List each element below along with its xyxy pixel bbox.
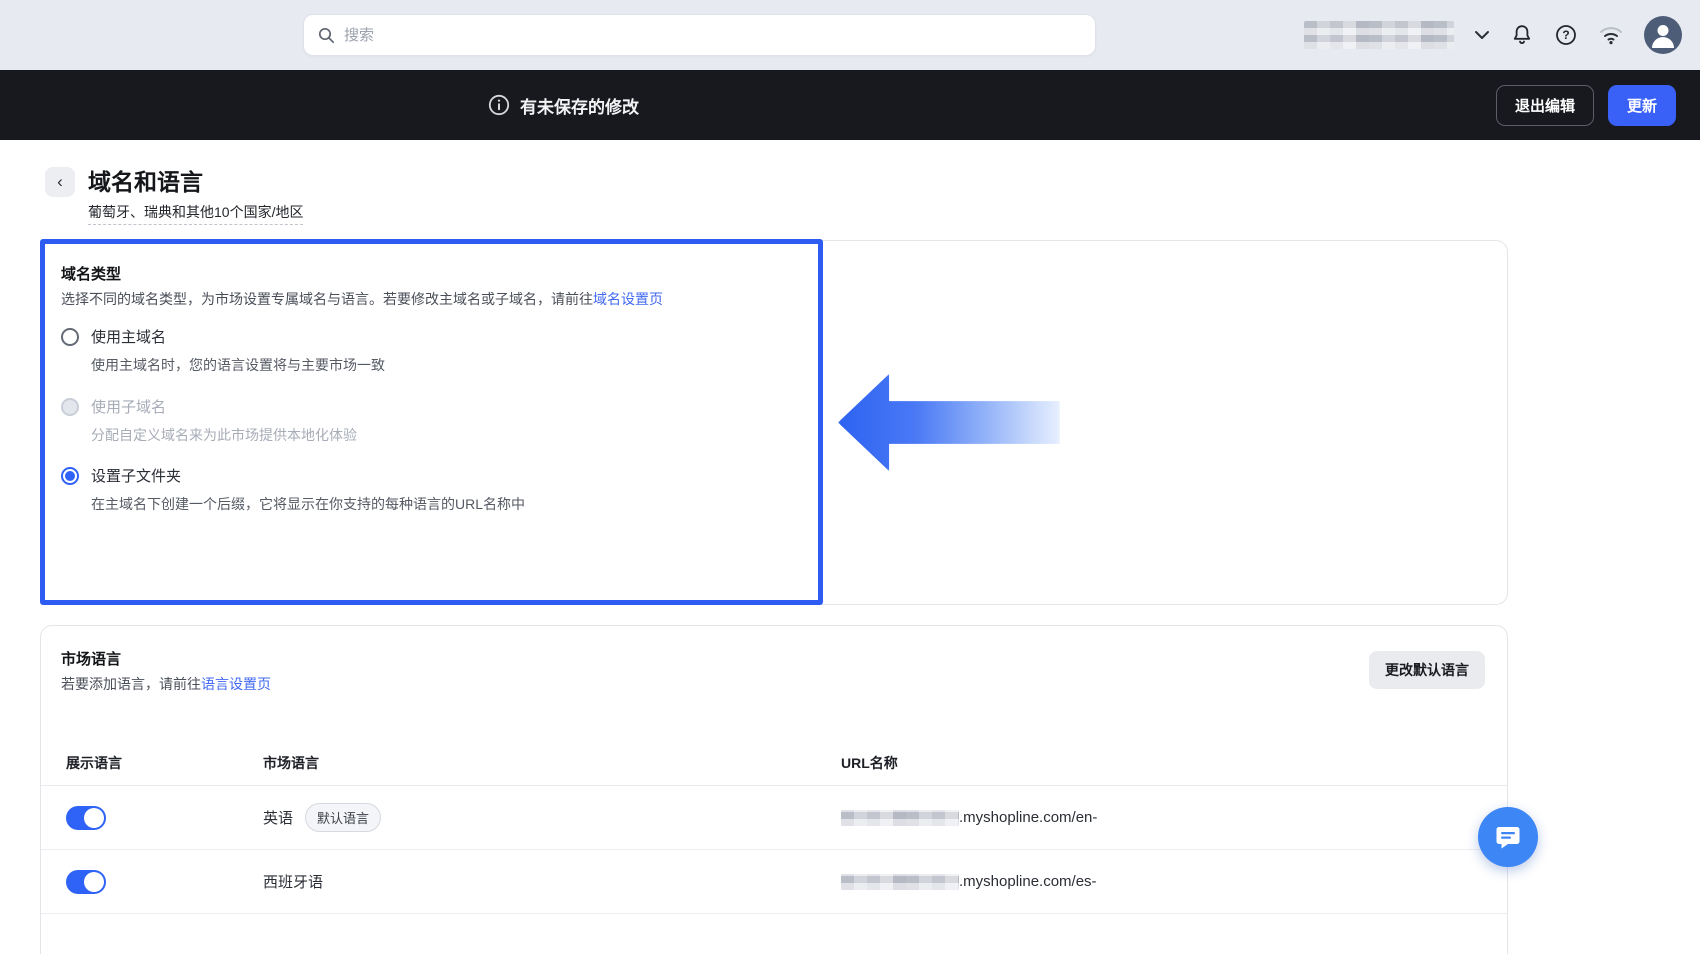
option-set-subfolder: 设置子文件夹 在主域名下创建一个后缀，它将显示在你支持的每种语言的URL名称中 [61, 465, 525, 514]
page-subtitle[interactable]: 葡萄牙、瑞典和其他10个国家/地区 [88, 202, 304, 225]
store-name-redacted [1304, 21, 1454, 49]
page-title: 域名和语言 [88, 169, 203, 195]
header-display-language: 展示语言 [66, 755, 122, 771]
change-default-language-button[interactable]: 更改默认语言 [1369, 651, 1485, 689]
back-button[interactable]: ‹ [45, 167, 75, 197]
url-suffix-text: .myshopline.com/en- [959, 809, 1098, 826]
toggle-spanish[interactable] [66, 869, 106, 894]
radio-icon-selected[interactable] [61, 466, 79, 485]
language-name: 英语 [263, 810, 294, 827]
chat-bubble-icon [1494, 823, 1522, 851]
search-input[interactable] [344, 26, 1081, 44]
notifications-bell-icon[interactable] [1510, 23, 1534, 47]
live-chat-button[interactable] [1478, 807, 1538, 867]
exit-edit-button[interactable]: 退出编辑 [1495, 84, 1594, 126]
header-market-language: 市场语言 [263, 755, 319, 771]
table-row: 英语 默认语言 .myshopline.com/en- [41, 786, 1507, 850]
language-settings-link[interactable]: 语言设置页 [201, 676, 271, 692]
toggle-english[interactable] [66, 805, 106, 830]
language-table: 展示语言 市场语言 URL名称 英语 默认语言 .myshopline.com/… [41, 741, 1507, 914]
table-header-row: 展示语言 市场语言 URL名称 [41, 741, 1507, 786]
option-label: 使用主域名 [91, 329, 167, 346]
chevron-down-icon[interactable] [1474, 30, 1490, 40]
language-name: 西班牙语 [263, 874, 324, 891]
domain-type-card: 域名类型 选择不同的域名类型，为市场设置专属域名与语言。若要修改主域名或子域名，… [40, 240, 1508, 805]
unsaved-changes-text: 有未保存的修改 [520, 97, 639, 117]
help-icon[interactable]: ? [1554, 23, 1578, 47]
search-box[interactable] [303, 14, 1096, 56]
url-prefix-redacted [841, 873, 959, 890]
option-use-primary-domain: 使用主域名 使用主域名时，您的语言设置将与主要市场一致 [61, 326, 385, 375]
header-url-name: URL名称 [841, 755, 898, 771]
market-language-title: 市场语言 [61, 651, 122, 668]
update-button[interactable]: 更新 [1607, 84, 1676, 126]
domain-type-description-text: 选择不同的域名类型，为市场设置专属域名与语言。若要修改主域名或子域名，请前往 [61, 291, 593, 307]
radio-use-primary-domain[interactable]: 使用主域名 [61, 326, 385, 347]
option-description: 在主域名下创建一个后缀，它将显示在你支持的每种语言的URL名称中 [91, 496, 526, 512]
domain-settings-link[interactable]: 域名设置页 [593, 291, 663, 307]
search-icon [318, 27, 335, 44]
hint-text: 若要添加语言，请前往 [61, 676, 201, 692]
topbar: ? [0, 0, 1700, 70]
back-chevron-icon: ‹ [57, 172, 63, 191]
info-icon [488, 94, 510, 116]
option-description: 使用主域名时，您的语言设置将与主要市场一致 [91, 357, 385, 373]
market-language-hint: 若要添加语言，请前往语言设置页 [61, 674, 271, 694]
radio-icon-disabled [61, 397, 79, 416]
domain-type-description: 选择不同的域名类型，为市场设置专属域名与语言。若要修改主域名或子域名，请前往域名… [61, 289, 663, 309]
avatar[interactable] [1644, 16, 1682, 54]
market-language-card: 市场语言 若要添加语言，请前往语言设置页 更改默认语言 展示语言 市场语言 UR… [40, 625, 1508, 954]
url-suffix-text: .myshopline.com/es- [959, 873, 1097, 890]
domain-type-title: 域名类型 [61, 266, 122, 283]
option-label: 使用子域名 [91, 399, 167, 416]
option-use-subdomain: 使用子域名 分配自定义域名来为此市场提供本地化体验 [61, 396, 357, 445]
default-language-badge: 默认语言 [305, 803, 382, 832]
option-description: 分配自定义域名来为此市场提供本地化体验 [91, 427, 357, 443]
option-label: 设置子文件夹 [91, 468, 182, 485]
wifi-icon[interactable] [1598, 24, 1624, 46]
radio-icon[interactable] [61, 327, 79, 346]
unsaved-changes-message: 有未保存的修改 [488, 70, 639, 140]
svg-text:?: ? [1562, 28, 1569, 42]
url-prefix-redacted [841, 809, 959, 826]
table-row: 西班牙语 .myshopline.com/es- [41, 850, 1507, 914]
radio-use-subdomain: 使用子域名 [61, 396, 357, 417]
radio-set-subfolder[interactable]: 设置子文件夹 [61, 465, 525, 486]
unsaved-changes-bar: 有未保存的修改 退出编辑 更新 [0, 70, 1700, 140]
